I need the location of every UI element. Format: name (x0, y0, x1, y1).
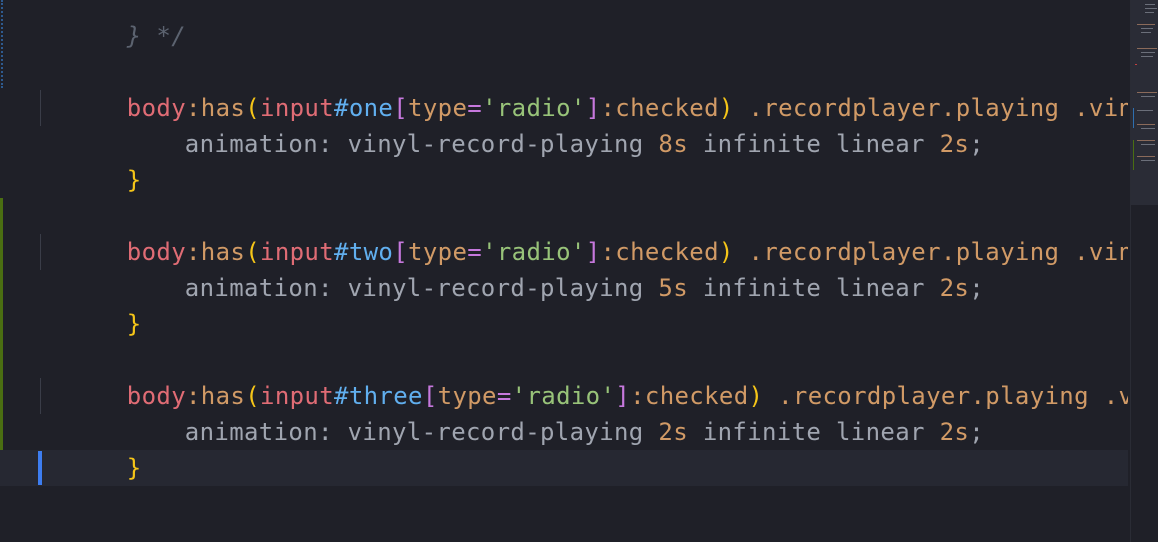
token-class-vinyl: .vinyl (1074, 238, 1128, 266)
code-area[interactable]: } */ body:has(input#one[type='radio']:ch… (0, 0, 1128, 542)
minimap-line (1137, 140, 1155, 141)
token-property: animation (184, 130, 318, 158)
minimap-line (1137, 124, 1155, 125)
minimap-line (1145, 12, 1154, 13)
code-line-comment: } */ (38, 0, 186, 50)
minimap-line (1145, 8, 1157, 9)
token-delay: 2s (939, 130, 970, 158)
minimap-line (1141, 32, 1151, 33)
token-delay: 2s (939, 274, 970, 302)
token-brace-close: } (126, 454, 142, 482)
minimap-line (1145, 4, 1155, 5)
code-line-declaration-1: animation: vinyl-record-playing 8s infin… (38, 90, 984, 158)
minimap-line (1137, 92, 1157, 93)
minimap-line (1141, 28, 1153, 29)
code-line-selector-2: body:has(input#two[type='radio']:checked… (38, 198, 1128, 266)
token-delay: 2s (939, 418, 970, 446)
token-value-name: vinyl-record-playing (347, 130, 659, 158)
code-line-close-3: } (38, 414, 142, 482)
token-value-rest: infinite linear (688, 274, 940, 302)
comment-text: } */ (126, 22, 186, 50)
token-duration: 5s (658, 274, 689, 302)
minimap-line (1135, 64, 1137, 65)
minimap-slider[interactable] (1131, 0, 1158, 205)
code-line-close-1: } (38, 126, 142, 194)
token-value-name: vinyl-record-playing (347, 274, 659, 302)
token-class-vinyl: .vinyl (1103, 382, 1128, 410)
minimap-line (1141, 128, 1155, 129)
minimap[interactable] (1130, 0, 1158, 542)
token-property: animation (184, 274, 318, 302)
token-colon: : (318, 274, 348, 302)
token-semicolon: ; (969, 418, 985, 446)
text-cursor (38, 451, 42, 485)
token-value-name: vinyl-record-playing (347, 418, 659, 446)
code-line-selector-1: body:has(input#one[type='radio']:checked… (38, 54, 1128, 122)
token-colon: : (318, 418, 348, 446)
token-class-vinyl: .vinyl (1074, 94, 1128, 122)
code-line-declaration-2: animation: vinyl-record-playing 5s infin… (38, 234, 984, 302)
token-semicolon: ; (969, 130, 985, 158)
token-duration: 2s (658, 418, 689, 446)
minimap-line (1137, 156, 1155, 157)
minimap-line (1141, 96, 1155, 97)
code-editor[interactable]: } */ body:has(input#one[type='radio']:ch… (0, 0, 1158, 542)
token-duration: 8s (658, 130, 689, 158)
code-line-close-2: } (38, 270, 142, 338)
token-value-rest: infinite linear (688, 130, 940, 158)
code-line-declaration-3: animation: vinyl-record-playing 2s infin… (38, 378, 984, 446)
minimap-line (1137, 24, 1155, 25)
minimap-line (1141, 160, 1155, 161)
git-added-marker (0, 198, 3, 486)
token-brace-close: } (126, 166, 142, 194)
minimap-git-marker (1133, 108, 1134, 128)
minimap-line (1141, 52, 1155, 53)
minimap-line (1141, 144, 1155, 145)
minimap-git-marker (1133, 140, 1134, 170)
token-value-rest: infinite linear (688, 418, 940, 446)
code-line-selector-3: body:has(input#three[type='radio']:check… (38, 342, 1128, 410)
git-modified-marker (1, 0, 3, 88)
current-line-highlight (0, 450, 1128, 486)
minimap-line (1137, 48, 1157, 49)
token-semicolon: ; (969, 274, 985, 302)
token-brace-close: } (126, 310, 142, 338)
token-colon: : (318, 130, 348, 158)
token-property: animation (184, 418, 318, 446)
minimap-line (1137, 110, 1153, 111)
minimap-line (1141, 56, 1153, 57)
